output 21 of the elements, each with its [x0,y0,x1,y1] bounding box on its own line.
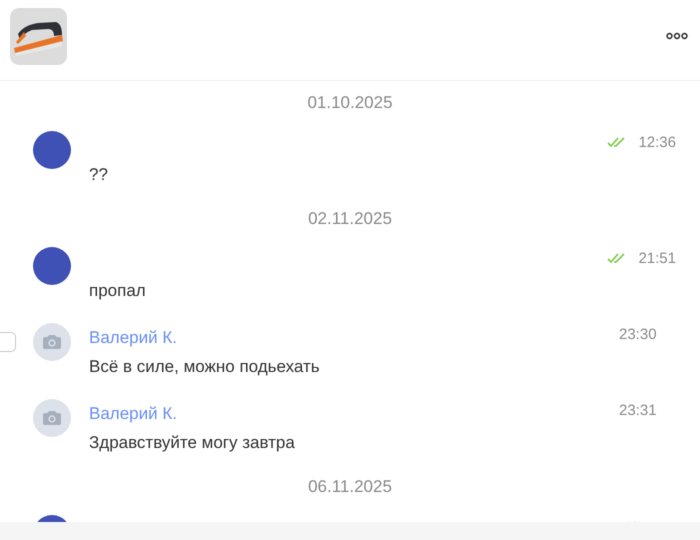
sender-name[interactable]: Валерий К. [89,403,177,425]
iron-photo [10,8,67,64]
date-separator: 06.11.2025 [308,476,392,498]
message-time: 23:30 [619,326,657,342]
select-checkbox[interactable] [0,332,16,352]
message-text: Здравствуйте могу завтра [89,432,296,454]
message-time: 23:31 [619,402,657,418]
message-text: пропал [89,280,147,302]
message-time: 12:36 [638,134,676,150]
camera-icon [43,335,61,349]
date-separator: 02.11.2025 [308,208,392,230]
message-text: Всё в силе, можно подьехать [89,356,321,378]
camera-icon [43,411,61,425]
avatar [33,131,71,169]
more-button[interactable] [664,30,690,42]
avatar [33,247,71,285]
sender-name[interactable]: Валерий К. [89,327,177,349]
date-separator: 01.10.2025 [307,92,393,114]
more-icon [666,32,688,40]
message-text: ?? [89,164,109,186]
message-time: 21:51 [638,250,676,266]
